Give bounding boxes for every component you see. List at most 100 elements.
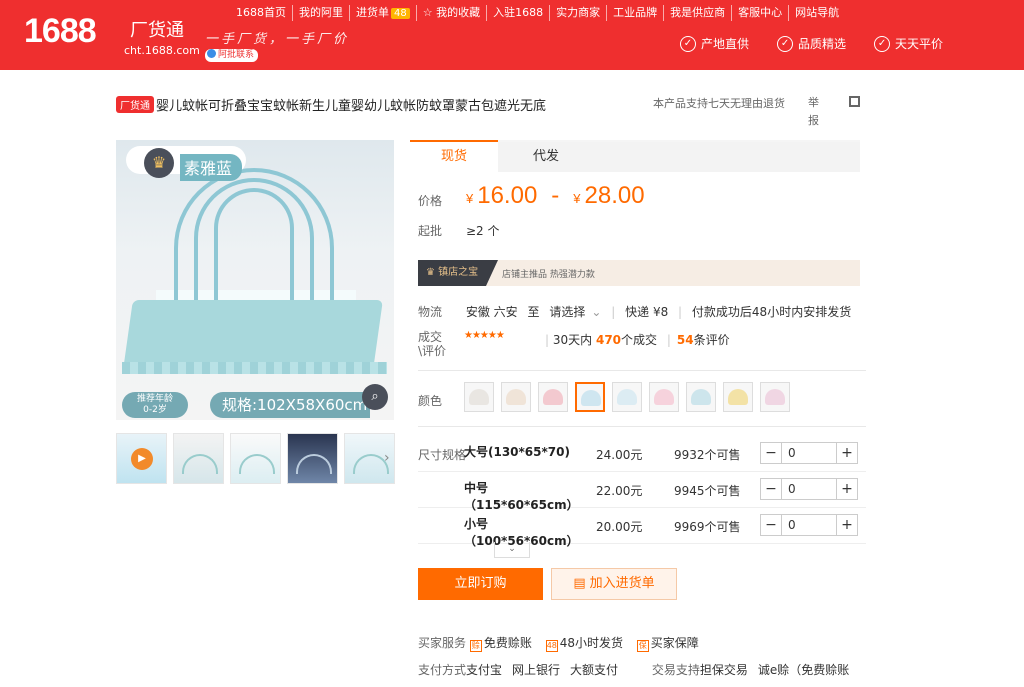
size-stock: 9969个可售: [674, 520, 741, 534]
expand-sizes-button[interactable]: ⌄: [494, 542, 530, 558]
tent-base: [123, 300, 383, 370]
tent-ruffle: [122, 362, 387, 374]
quantity-input[interactable]: 0: [781, 479, 837, 499]
color-label-pill: ♛ 素雅蓝: [126, 146, 246, 181]
main-product-image[interactable]: ♛ 素雅蓝 推荐年龄 0-2岁 规格:102X58X60cm ⌕: [116, 140, 394, 420]
quantity-stepper: −0 +: [760, 514, 858, 536]
thumbnail-tent-shape: [239, 454, 275, 474]
buyer-services-label: 买家服务: [418, 636, 467, 650]
color-swatch[interactable]: [686, 382, 716, 412]
check-icon: ✓: [680, 35, 696, 52]
nav-site-map[interactable]: 网站导航: [788, 5, 845, 21]
spec-badge: 规格:102X58X60cm: [210, 392, 370, 418]
size-row: 中号（115*60*65cm） 22.00元 9945个可售 −0 +: [418, 472, 866, 512]
size-row: 小号（100*56*60cm） 20.00元 9969个可售 −0 +: [418, 508, 866, 548]
nav-cart[interactable]: 进货单 48: [349, 5, 416, 21]
swatch-tent-icon: [691, 389, 711, 405]
check-icon: ✓: [777, 35, 794, 52]
factory-tag: 厂货通: [116, 96, 154, 113]
chevron-down-icon: ⌄: [508, 544, 516, 554]
plus-button[interactable]: +: [837, 479, 857, 499]
size-price: 24.00元: [596, 448, 643, 462]
star-icon: ☆: [422, 6, 437, 19]
slogan: 一手厂货，一手厂价: [205, 32, 350, 47]
store-treasure-banner[interactable]: ♛ 镇店之宝 店铺主推品 热强潜力款: [418, 260, 860, 286]
badge-dot-icon: [207, 49, 216, 58]
color-swatch[interactable]: [501, 382, 531, 412]
shield-icon: 保: [636, 640, 649, 652]
swatch-tent-icon: [506, 389, 526, 405]
min-order-value: ≥2 个: [466, 224, 500, 238]
logo[interactable]: 1688: [24, 12, 97, 51]
price-label: 价格: [418, 194, 443, 208]
payment-label: 支付方式: [418, 663, 467, 677]
color-swatch[interactable]: [538, 382, 568, 412]
swatch-tent-icon: [469, 389, 489, 405]
crown-icon: ♛: [144, 148, 174, 178]
tab-in-stock[interactable]: 现货: [410, 140, 498, 174]
color-swatch[interactable]: [464, 382, 494, 412]
divider: |: [545, 333, 553, 347]
age-badge: 推荐年龄 0-2岁: [122, 392, 188, 418]
nav-my-alibaba[interactable]: 我的阿里: [292, 5, 349, 21]
divider: |: [678, 305, 683, 319]
plus-button[interactable]: +: [837, 515, 857, 535]
logo-channel-name[interactable]: 厂货通: [130, 16, 184, 42]
review-count[interactable]: 54: [677, 333, 694, 347]
currency-symbol: ¥: [573, 191, 581, 206]
size-stock: 9945个可售: [674, 484, 741, 498]
tab-dropship[interactable]: 代发: [502, 142, 590, 174]
color-swatch[interactable]: [723, 382, 753, 412]
nav-strong-merchants[interactable]: 实力商家: [549, 5, 606, 21]
buyer-services-row: 买家服务 赊免费赊账 48 48小时发货 保买家保障: [418, 636, 699, 652]
logistics-label: 物流: [418, 305, 443, 319]
check-icon: ✓: [874, 35, 891, 52]
color-swatch[interactable]: [612, 382, 642, 412]
color-swatch[interactable]: [760, 382, 790, 412]
payment-row: 支付方式支付宝 网上银行 大额支付 交易支持担保交易 诚e赊（免费赊账: [418, 663, 850, 677]
minus-button[interactable]: −: [761, 479, 781, 499]
report-link[interactable]: 举报: [808, 94, 822, 130]
plus-button[interactable]: +: [837, 443, 857, 463]
minus-button[interactable]: −: [761, 443, 781, 463]
quantity-input[interactable]: 0: [781, 515, 837, 535]
store-treasure-text: 店铺主推品 热强潜力款: [502, 270, 595, 280]
nav-supplier[interactable]: 我是供应商: [663, 5, 731, 21]
price-max: 28.00: [584, 182, 645, 209]
nav-join[interactable]: 入驻1688: [486, 5, 549, 21]
thumbnail-strip: ▶: [116, 433, 395, 485]
min-order-label: 起批: [418, 224, 443, 238]
thumbnail-video[interactable]: ▶: [116, 433, 167, 484]
promise-direct: ✓ 产地直供: [680, 35, 749, 52]
return-policy: 本产品支持七天无理由退货: [653, 97, 785, 110]
minus-button[interactable]: −: [761, 515, 781, 535]
play-icon: ▶: [131, 448, 153, 470]
nav-home[interactable]: 1688首页: [230, 5, 292, 21]
chevron-right-icon[interactable]: ›: [384, 450, 390, 466]
swatch-tent-icon: [728, 389, 748, 405]
color-swatch[interactable]: [649, 382, 679, 412]
divider: |: [611, 305, 616, 319]
cart-doc-icon: ▤: [573, 576, 586, 591]
ship-to-select[interactable]: 请选择 ⌄: [549, 305, 601, 319]
size-price: 22.00元: [596, 484, 643, 498]
currency-symbol: ¥: [466, 191, 474, 206]
express-fee: 快递 ¥8: [625, 305, 669, 319]
cart-count-badge: 48: [391, 8, 410, 19]
swatch-tent-icon: [654, 389, 674, 405]
color-swatch[interactable]: [575, 382, 605, 412]
nav-service-center[interactable]: 客服中心: [731, 5, 788, 21]
color-swatches: [464, 382, 790, 412]
add-to-cart-button[interactable]: ▤ 加入进货单: [551, 568, 677, 600]
thumbnail-image[interactable]: [287, 433, 338, 484]
trade-support-label: 交易支持: [651, 663, 700, 677]
quantity-input[interactable]: 0: [781, 443, 837, 463]
thumbnail-image[interactable]: [230, 433, 281, 484]
buy-now-button[interactable]: 立即订购: [418, 568, 543, 600]
nav-industrial-brands[interactable]: 工业品牌: [606, 5, 663, 21]
qr-code-icon[interactable]: [849, 96, 860, 107]
image-color-label: 素雅蓝: [180, 154, 243, 181]
thumbnail-image[interactable]: [173, 433, 224, 484]
nav-favorites[interactable]: ☆ 我的收藏: [415, 5, 486, 21]
zoom-icon[interactable]: ⌕: [362, 384, 388, 410]
